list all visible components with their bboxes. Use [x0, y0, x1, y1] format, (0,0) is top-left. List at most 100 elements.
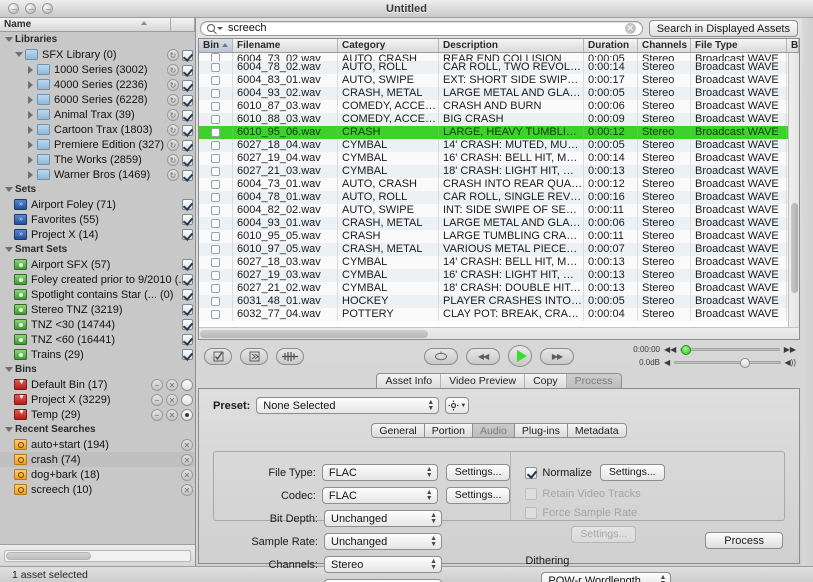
close-icon[interactable]: ✕ [166, 409, 178, 421]
volume-max-icon[interactable]: ◀)) [785, 358, 796, 367]
sync-icon[interactable]: ↻ [167, 94, 179, 106]
disclosure-triangle-icon[interactable] [26, 65, 35, 74]
tab-asset-info[interactable]: Asset Info [377, 374, 441, 388]
sidebar-item-4000-series[interactable]: 4000 Series (2236)↻ [0, 77, 195, 92]
sidebar-group-recent-searches[interactable]: Recent Searches [0, 422, 195, 437]
scrollbar-thumb[interactable] [791, 203, 798, 293]
table-row[interactable]: 6027_18_03.wavCYMBAL14' CRASH: BELL HIT,… [199, 256, 799, 269]
table-row[interactable]: 6004_73_01.wavAUTO, CRASHCRASH INTO REAR… [199, 178, 799, 191]
visibility-checkbox[interactable] [182, 95, 193, 106]
sidebar-item-default-bin[interactable]: Default Bin (17)−✕ [0, 377, 195, 392]
subtab-portion[interactable]: Portion [424, 423, 472, 438]
option-settings-button[interactable]: Settings... [600, 464, 665, 481]
column-header-description[interactable]: Description [439, 39, 584, 52]
visibility-checkbox[interactable] [182, 50, 193, 61]
column-header-bit[interactable]: Bit [787, 39, 799, 52]
sidebar-item-spotlight-contains-star[interactable]: Spotlight contains Star (... (0) [0, 287, 195, 302]
sidebar-group-bins[interactable]: Bins [0, 362, 195, 377]
play-button[interactable] [508, 345, 532, 367]
sidebar-item-6000-series[interactable]: 6000 Series (6228)↻ [0, 92, 195, 107]
option-retain-video-tracks[interactable]: Retain Video Tracks [525, 488, 784, 500]
close-icon[interactable]: ✕ [166, 379, 178, 391]
sidebar-item-airport-foley[interactable]: »Airport Foley (71) [0, 197, 195, 212]
disclosure-triangle-icon[interactable] [26, 110, 35, 119]
sync-icon[interactable]: ↻ [167, 124, 179, 136]
table-row[interactable]: 6004_78_01.wavAUTO, ROLLCAR ROLL, SINGLE… [199, 191, 799, 204]
forward-button[interactable]: ▶▶ [540, 348, 574, 365]
sidebar-item-temp[interactable]: Temp (29)−✕ [0, 407, 195, 422]
disclosure-triangle-icon[interactable] [26, 155, 35, 164]
sidebar-item-favorites[interactable]: »Favorites (55) [0, 212, 195, 227]
table-horizontal-scrollbar[interactable] [199, 327, 799, 339]
visibility-checkbox[interactable] [182, 334, 193, 345]
gain-slider[interactable] [674, 361, 780, 364]
disclosure-triangle-icon[interactable] [26, 95, 35, 104]
disclosure-triangle-icon[interactable] [26, 125, 35, 134]
close-icon[interactable]: ✕ [181, 439, 193, 451]
column-header-bin[interactable]: Bin [199, 39, 233, 52]
column-header-duration[interactable]: Duration [584, 39, 638, 52]
sidebar-item-cartoon-trax[interactable]: Cartoon Trax (1803)↻ [0, 122, 195, 137]
sidebar-item-project-x[interactable]: »Project X (14) [0, 227, 195, 242]
preset-select[interactable]: None Selected ▲▼ [256, 397, 439, 414]
position-slider[interactable] [680, 348, 779, 351]
visibility-checkbox[interactable] [182, 319, 193, 330]
table-row[interactable]: 6010_87_03.wavCOMEDY, ACCENTCRASH AND BU… [199, 100, 799, 113]
sidebar-item-warner-bros[interactable]: Warner Bros (1469)↻ [0, 167, 195, 182]
active-bin-radio[interactable] [181, 394, 193, 406]
row-bin-checkbox[interactable] [211, 63, 220, 72]
sidebar-item-1000-series[interactable]: 1000 Series (3002)↻ [0, 62, 195, 77]
sidebar-item-tnz-60[interactable]: TNZ <60 (16441) [0, 332, 195, 347]
column-header-file-type[interactable]: File Type [691, 39, 787, 52]
disclosure-triangle-icon[interactable] [26, 170, 35, 179]
sidebar-group-smart-sets[interactable]: Smart Sets [0, 242, 195, 257]
subtab-metadata[interactable]: Metadata [567, 423, 627, 438]
visibility-checkbox[interactable] [182, 80, 193, 91]
tab-video-preview[interactable]: Video Preview [441, 374, 525, 388]
row-bin-checkbox[interactable] [211, 206, 220, 215]
row-bin-checkbox[interactable] [211, 310, 220, 319]
visibility-checkbox[interactable] [182, 65, 193, 76]
table-row[interactable]: 6032_77_04.wavPOTTERYCLAY POT: BREAK, CR… [199, 308, 799, 321]
visibility-checkbox[interactable] [182, 199, 193, 210]
row-bin-checkbox[interactable] [211, 271, 220, 280]
table-row[interactable]: 6027_19_03.wavCYMBAL16' CRASH: LIGHT HIT… [199, 269, 799, 282]
row-bin-checkbox[interactable] [211, 297, 220, 306]
table-row[interactable]: 6027_21_02.wavCYMBAL18' CRASH: DOUBLE HI… [199, 282, 799, 295]
table-vertical-scrollbar[interactable] [788, 53, 799, 339]
row-bin-checkbox[interactable] [211, 53, 220, 61]
search-input[interactable] [228, 22, 625, 34]
active-bin-radio[interactable] [181, 409, 193, 421]
row-bin-checkbox[interactable] [211, 76, 220, 85]
minus-icon[interactable]: − [151, 394, 163, 406]
visibility-checkbox[interactable] [182, 229, 193, 240]
position-slider-knob[interactable] [681, 345, 691, 355]
rewind-button[interactable]: ◀◀ [466, 348, 500, 365]
option-checkbox[interactable] [525, 507, 537, 519]
field-select[interactable]: Stereo▲▼ [324, 556, 442, 573]
disclosure-triangle-icon[interactable] [14, 50, 23, 59]
table-row[interactable]: 6004_78_02.wavAUTO, ROLLCAR ROLL, TWO RE… [199, 61, 799, 74]
search-field[interactable]: ✕ [200, 21, 643, 36]
sidebar-item-auto-start[interactable]: auto+start (194)✕ [0, 437, 195, 452]
dithering-select[interactable]: POW-r Wordlength... ▲▼ [541, 572, 671, 582]
table-row[interactable]: 6004_83_01.wavAUTO, SWIPEEXT: SHORT SIDE… [199, 74, 799, 87]
table-row[interactable]: 6027_21_03.wavCYMBAL18' CRASH: LIGHT HIT… [199, 165, 799, 178]
sidebar-item-the-works[interactable]: The Works (2859)↻ [0, 152, 195, 167]
sync-icon[interactable]: ↻ [167, 139, 179, 151]
scrollbar-thumb[interactable] [6, 552, 91, 560]
row-bin-checkbox[interactable] [211, 258, 220, 267]
visibility-checkbox[interactable] [182, 140, 193, 151]
sidebar-horizontal-scrollbar[interactable] [4, 550, 191, 562]
visibility-checkbox[interactable] [182, 304, 193, 315]
option-checkbox[interactable] [525, 467, 537, 479]
disclosure-triangle-icon[interactable] [4, 365, 13, 374]
waveform-button[interactable] [276, 348, 304, 365]
option-force-sample-rate[interactable]: Force Sample Rate [525, 507, 784, 519]
row-bin-checkbox[interactable] [211, 154, 220, 163]
sidebar-header[interactable]: Name [0, 18, 195, 32]
table-row[interactable]: 6004_73_02.wavAUTO, CRASHREAR END COLLIS… [199, 53, 799, 61]
force-sample-rate-settings-button[interactable]: Settings... [571, 526, 636, 543]
visibility-checkbox[interactable] [182, 155, 193, 166]
visibility-checkbox[interactable] [182, 349, 193, 360]
